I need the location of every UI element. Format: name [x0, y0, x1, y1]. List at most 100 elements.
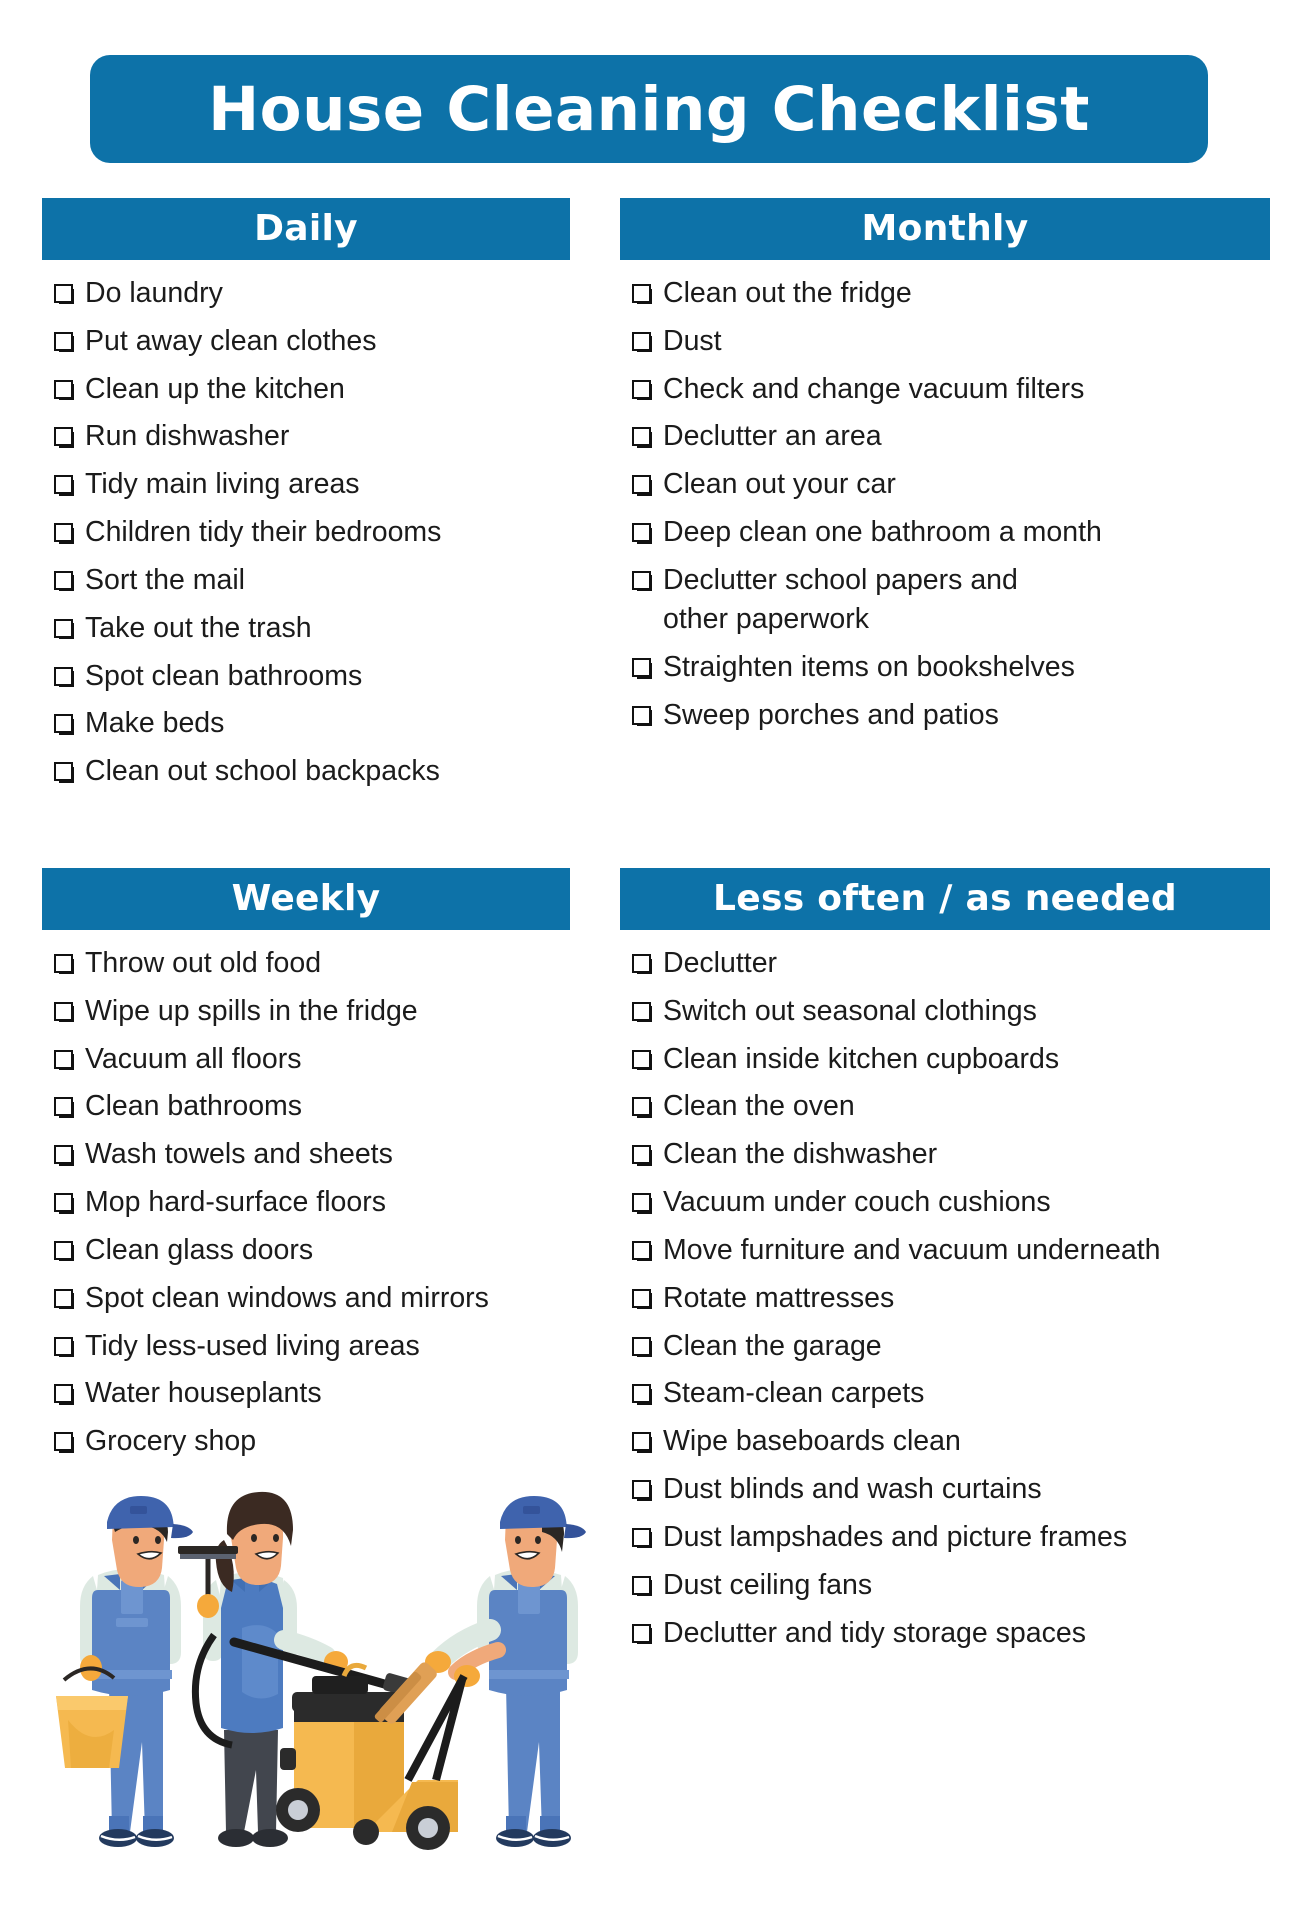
checkbox-icon[interactable]	[632, 1432, 653, 1453]
list-item[interactable]: Sweep porches and patios	[620, 696, 1270, 735]
checkbox-icon[interactable]	[632, 1145, 653, 1166]
checkbox-icon[interactable]	[632, 1001, 653, 1023]
list-item[interactable]: Spot clean windows and mirrors	[42, 1279, 570, 1318]
list-item-label: Clean glass doors	[85, 1233, 314, 1266]
checkbox-icon[interactable]	[632, 1193, 653, 1214]
list-item[interactable]: Declutter	[620, 944, 1270, 983]
list-item[interactable]: Clean out the fridge	[620, 274, 1270, 313]
checkbox-icon[interactable]	[54, 1049, 75, 1071]
list-item[interactable]: Tidy less-used living areas	[42, 1327, 570, 1366]
list-item[interactable]: Clean up the kitchen	[42, 370, 570, 409]
checkbox-icon[interactable]	[632, 705, 653, 727]
list-item[interactable]: Water houseplants	[42, 1374, 570, 1413]
checkbox-icon[interactable]	[632, 427, 653, 448]
list-item[interactable]: Tidy main living areas	[42, 465, 570, 504]
list-item[interactable]: Clean glass doors	[42, 1231, 570, 1270]
list-item[interactable]: Dust blinds and wash curtains	[620, 1470, 1270, 1509]
list-item[interactable]: Deep clean one bathroom a month	[620, 513, 1270, 552]
checkbox-icon[interactable]	[632, 1623, 653, 1644]
list-item[interactable]: Declutter and tidy storage spaces	[620, 1614, 1270, 1653]
checkbox-icon[interactable]	[54, 954, 75, 975]
list-item[interactable]: Dust	[620, 322, 1270, 361]
list-item[interactable]: Throw out old food	[42, 944, 570, 983]
checkbox-icon[interactable]	[632, 570, 653, 592]
list-item[interactable]: Run dishwasher	[42, 417, 570, 456]
list-item[interactable]: Switch out seasonal clothings	[620, 992, 1270, 1031]
list-item[interactable]: Wipe baseboards clean	[620, 1422, 1270, 1461]
checkbox-icon[interactable]	[54, 1432, 75, 1453]
checkbox-icon[interactable]	[632, 1575, 653, 1597]
checkbox-icon[interactable]	[632, 331, 653, 353]
list-item[interactable]: Grocery shop	[42, 1422, 570, 1461]
checkbox-icon[interactable]	[54, 1336, 75, 1358]
checkbox-icon[interactable]	[54, 523, 75, 544]
list-item[interactable]: Declutter an area	[620, 417, 1270, 456]
list-item[interactable]: Vacuum under couch cushions	[620, 1183, 1270, 1222]
list-item-label: Declutter school papers and other paperw…	[663, 563, 1018, 636]
list-item[interactable]: Clean bathrooms	[42, 1087, 570, 1126]
list-item[interactable]: Clean inside kitchen cupboards	[620, 1040, 1270, 1079]
checkbox-icon[interactable]	[632, 1480, 653, 1501]
list-item[interactable]: Clean out your car	[620, 465, 1270, 504]
checkbox-icon[interactable]	[54, 1097, 75, 1118]
checkbox-icon[interactable]	[632, 1336, 653, 1358]
list-item-label: Check and change vacuum filters	[663, 372, 1085, 405]
list-item-label: Put away clean clothes	[85, 324, 377, 357]
list-item[interactable]: Clean the garage	[620, 1327, 1270, 1366]
checkbox-icon[interactable]	[632, 523, 653, 544]
list-item-label: Dust blinds and wash curtains	[663, 1473, 1042, 1506]
checkbox-icon[interactable]	[54, 1193, 75, 1214]
checkbox-icon[interactable]	[632, 658, 653, 679]
checkbox-icon[interactable]	[54, 284, 75, 305]
list-item[interactable]: Do laundry	[42, 274, 570, 313]
checkbox-icon[interactable]	[54, 379, 75, 401]
checkbox-icon[interactable]	[54, 666, 75, 688]
checkbox-icon[interactable]	[632, 1288, 653, 1310]
checkbox-icon[interactable]	[632, 1240, 653, 1262]
list-item[interactable]: Move furniture and vacuum underneath	[620, 1231, 1270, 1270]
list-item[interactable]: Clean the dishwasher	[620, 1135, 1270, 1174]
checkbox-icon[interactable]	[54, 1001, 75, 1023]
list-item[interactable]: Dust lampshades and picture frames	[620, 1518, 1270, 1557]
cleaning-crew-illustration	[46, 1480, 606, 1900]
list-item[interactable]: Spot clean bathrooms	[42, 657, 570, 696]
checkbox-icon[interactable]	[54, 427, 75, 448]
checkbox-icon[interactable]	[632, 954, 653, 975]
list-item[interactable]: Vacuum all floors	[42, 1040, 570, 1079]
checkbox-icon[interactable]	[632, 1097, 653, 1118]
checkbox-icon[interactable]	[54, 331, 75, 353]
list-item[interactable]: Check and change vacuum filters	[620, 370, 1270, 409]
list-item-label: Wipe baseboards clean	[663, 1425, 961, 1458]
list-item[interactable]: Take out the trash	[42, 609, 570, 648]
list-item[interactable]: Put away clean clothes	[42, 322, 570, 361]
checkbox-icon[interactable]	[54, 1288, 75, 1310]
checkbox-icon[interactable]	[632, 379, 653, 401]
list-item[interactable]: Dust ceiling fans	[620, 1566, 1270, 1605]
checkbox-icon[interactable]	[632, 284, 653, 305]
checkbox-icon[interactable]	[54, 1240, 75, 1262]
checkbox-icon[interactable]	[632, 1527, 653, 1549]
list-item[interactable]: Children tidy their bedrooms	[42, 513, 570, 552]
list-item[interactable]: Clean the oven	[620, 1087, 1270, 1126]
checklist-monthly: Clean out the fridge Dust Check and chan…	[620, 260, 1270, 735]
checkbox-icon[interactable]	[54, 475, 75, 496]
list-item[interactable]: Wipe up spills in the fridge	[42, 992, 570, 1031]
list-item[interactable]: Steam-clean carpets	[620, 1374, 1270, 1413]
checkbox-icon[interactable]	[632, 1049, 653, 1071]
checkbox-icon[interactable]	[54, 714, 75, 735]
list-item[interactable]: Make beds	[42, 704, 570, 743]
list-item[interactable]: Rotate mattresses	[620, 1279, 1270, 1318]
checkbox-icon[interactable]	[54, 1145, 75, 1166]
checkbox-icon[interactable]	[54, 570, 75, 592]
list-item[interactable]: Sort the mail	[42, 561, 570, 600]
checkbox-icon[interactable]	[54, 1384, 75, 1405]
list-item[interactable]: Straighten items on bookshelves	[620, 648, 1270, 687]
checkbox-icon[interactable]	[54, 618, 75, 640]
list-item[interactable]: Wash towels and sheets	[42, 1135, 570, 1174]
list-item[interactable]: Clean out school backpacks	[42, 752, 570, 791]
list-item[interactable]: Mop hard-surface floors	[42, 1183, 570, 1222]
checkbox-icon[interactable]	[632, 1384, 653, 1405]
checkbox-icon[interactable]	[632, 475, 653, 496]
list-item[interactable]: Declutter school papers and other paperw…	[620, 561, 1062, 640]
checkbox-icon[interactable]	[54, 762, 75, 783]
